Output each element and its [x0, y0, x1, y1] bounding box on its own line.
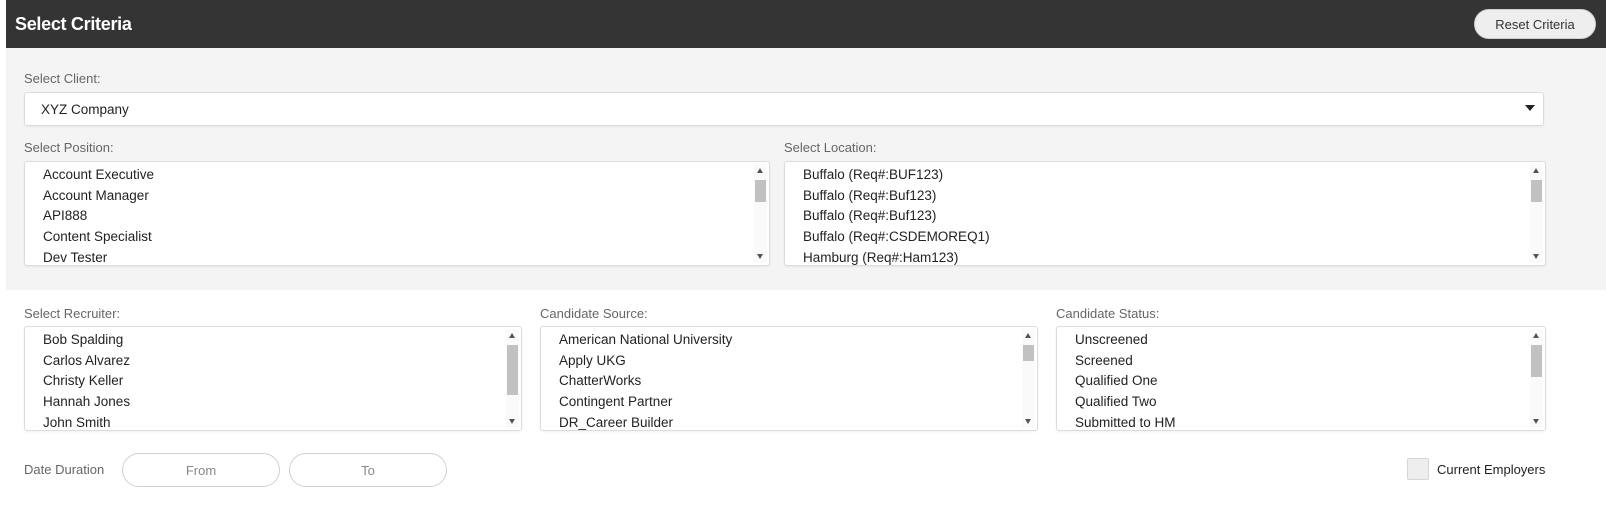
- source-option[interactable]: American National University: [559, 330, 1037, 351]
- scroll-thumb[interactable]: [507, 345, 518, 395]
- location-listbox[interactable]: Buffalo (Req#:BUF123) Buffalo (Req#:Buf12…: [784, 161, 1546, 266]
- status-option[interactable]: Qualified One: [1075, 371, 1545, 392]
- recruiter-listbox[interactable]: Bob Spalding Carlos Alvarez Christy Keller…: [24, 326, 522, 431]
- position-listbox[interactable]: Account Executive Account Manager API888 Co…: [24, 161, 770, 266]
- scroll-thumb[interactable]: [1023, 345, 1034, 361]
- position-scrollbar[interactable]: [754, 164, 767, 263]
- scroll-down-icon[interactable]: [1025, 419, 1031, 424]
- reset-criteria-button[interactable]: Reset Criteria: [1474, 9, 1596, 39]
- scroll-up-icon[interactable]: [1533, 168, 1539, 173]
- location-label: Select Location:: [784, 140, 877, 155]
- position-option[interactable]: API888: [43, 206, 769, 227]
- current-employers-label: Current Employers: [1437, 462, 1546, 477]
- status-option[interactable]: Qualified Two: [1075, 392, 1545, 413]
- location-option[interactable]: Hamburg (Req#:Ham123): [803, 248, 1545, 265]
- location-option[interactable]: Buffalo (Req#:Buf123): [803, 206, 1545, 227]
- client-select-value: XYZ Company: [41, 101, 129, 117]
- date-duration-label: Date Duration: [24, 462, 105, 477]
- location-scrollbar[interactable]: [1530, 164, 1543, 263]
- source-option[interactable]: Apply UKG: [559, 351, 1037, 372]
- header-bar: Select Criteria Reset Criteria: [6, 0, 1606, 48]
- position-option[interactable]: Content Specialist: [43, 227, 769, 248]
- scroll-thumb[interactable]: [1531, 180, 1542, 202]
- source-option[interactable]: DR_Career Builder: [559, 413, 1037, 430]
- bottom-criteria-panel: Select Recruiter: Bob Spalding Carlos Alv…: [6, 290, 1606, 512]
- recruiter-scrollbar[interactable]: [506, 329, 519, 428]
- recruiter-option[interactable]: Carlos Alvarez: [43, 351, 521, 372]
- scroll-thumb[interactable]: [755, 180, 766, 202]
- client-select[interactable]: XYZ Company: [24, 92, 1544, 126]
- recruiter-label: Select Recruiter:: [24, 306, 121, 321]
- position-option[interactable]: Dev Tester: [43, 248, 769, 265]
- location-option[interactable]: Buffalo (Req#:CSDEMOREQ1): [803, 227, 1545, 248]
- position-option[interactable]: Account Manager: [43, 186, 769, 207]
- scroll-down-icon[interactable]: [1533, 419, 1539, 424]
- scroll-down-icon[interactable]: [1533, 254, 1539, 259]
- current-employers-checkbox[interactable]: [1407, 458, 1429, 480]
- status-label: Candidate Status:: [1056, 306, 1160, 321]
- status-option[interactable]: Submitted to HM: [1075, 413, 1545, 430]
- source-label: Candidate Source:: [540, 306, 648, 321]
- location-option[interactable]: Buffalo (Req#:BUF123): [803, 165, 1545, 186]
- scroll-thumb[interactable]: [1531, 345, 1542, 377]
- top-criteria-panel: Select Client: XYZ Company Select Positi…: [6, 48, 1606, 290]
- status-option[interactable]: Screened: [1075, 351, 1545, 372]
- recruiter-option[interactable]: John Smith: [43, 413, 521, 430]
- chevron-down-icon[interactable]: [1525, 105, 1535, 111]
- client-label: Select Client:: [24, 71, 101, 86]
- scroll-up-icon[interactable]: [509, 333, 515, 338]
- scroll-down-icon[interactable]: [509, 419, 515, 424]
- source-scrollbar[interactable]: [1022, 329, 1035, 428]
- status-scrollbar[interactable]: [1530, 329, 1543, 428]
- location-option[interactable]: Buffalo (Req#:Buf123): [803, 186, 1545, 207]
- position-option[interactable]: Account Executive: [43, 165, 769, 186]
- status-option[interactable]: Unscreened: [1075, 330, 1545, 351]
- position-label: Select Position:: [24, 140, 114, 155]
- date-from-input[interactable]: [122, 453, 280, 487]
- recruiter-option[interactable]: Bob Spalding: [43, 330, 521, 351]
- scroll-down-icon[interactable]: [757, 254, 763, 259]
- scroll-up-icon[interactable]: [1025, 333, 1031, 338]
- source-option[interactable]: Contingent Partner: [559, 392, 1037, 413]
- source-listbox[interactable]: American National University Apply UKG Cha…: [540, 326, 1038, 431]
- scroll-up-icon[interactable]: [757, 168, 763, 173]
- date-to-input[interactable]: [289, 453, 447, 487]
- status-listbox[interactable]: Unscreened Screened Qualified One Qualified…: [1056, 326, 1546, 431]
- recruiter-option[interactable]: Christy Keller: [43, 371, 521, 392]
- source-option[interactable]: ChatterWorks: [559, 371, 1037, 392]
- recruiter-option[interactable]: Hannah Jones: [43, 392, 521, 413]
- scroll-up-icon[interactable]: [1533, 333, 1539, 338]
- page-title: Select Criteria: [15, 13, 132, 34]
